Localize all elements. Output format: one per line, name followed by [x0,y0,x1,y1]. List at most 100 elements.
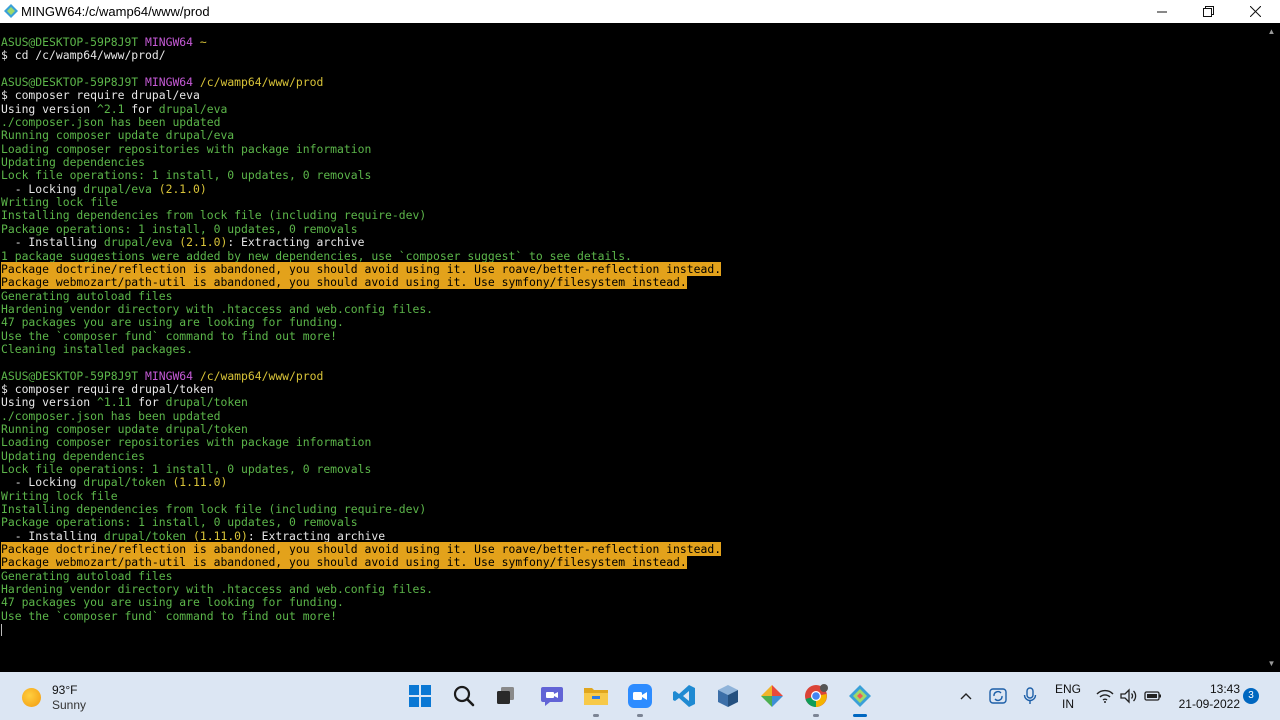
start-button[interactable] [405,681,435,711]
terminal-text: /c/wamp64/www/prod [199,368,324,383]
terminal-text: ^2.1 [97,101,125,116]
terminal-line: Generating autoload files [1,289,721,303]
terminal-text: ./composer.json has been updated [1,115,221,130]
terminal-text: : Extracting archive [227,235,365,250]
weather-widget[interactable]: 93°F Sunny [14,680,104,714]
title-bar[interactable]: MINGW64:/c/wamp64/www/prod [0,0,1280,23]
wifi-tray-button[interactable] [1093,684,1117,708]
restore-icon [1202,6,1214,17]
terminal-line: ./composer.json has been updated [1,115,721,130]
cube-icon [718,685,738,707]
terminal-text: Loading composer repositories with packa… [1,141,372,156]
terminal-line: Running composer update drupal/token [1,422,721,436]
vscode-button[interactable] [669,681,699,711]
terminal-line: $ composer require drupal/eva [1,89,721,102]
chat-button[interactable] [537,681,567,711]
terminal-text: (1.11.0) [186,528,248,543]
terminal-line: Package operations: 1 install, 0 updates… [1,222,721,236]
zoom-camera-icon [628,684,652,708]
terminal-text: MINGW64 [145,35,200,49]
terminal-line: Hardening vendor directory with .htacces… [1,302,721,316]
minimize-icon [1157,11,1167,12]
terminal-text: Updating dependencies [1,155,146,170]
terminal-text: Hardening vendor directory with .htacces… [1,582,434,597]
terminal-text: ASUS@DESKTOP-59P8J9T [1,75,146,90]
chat-icon [541,687,563,706]
minimize-button[interactable] [1139,0,1185,23]
clock[interactable]: 13:43 21-09-2022 [1170,682,1240,712]
terminal-line: - Locking drupal/eva (2.1.0) [1,181,721,196]
terminal-text: Loading composer repositories with packa… [1,435,372,450]
terminal-text: /c/wamp64/www/prod [199,75,324,90]
show-hidden-icons-button[interactable] [954,684,978,708]
language-indicator[interactable]: ENG IN [1052,682,1084,712]
volume-tray-button[interactable] [1117,684,1141,708]
terminal-line: Writing lock file [1,488,721,503]
terminal-line: Package webmozart/path-util is abandoned… [1,555,721,570]
notification-badge[interactable]: 3 [1243,688,1259,704]
file-explorer-button[interactable] [581,681,611,717]
microphone-tray-button[interactable] [1018,684,1042,708]
warning-text: Package doctrine/reflection is abandoned… [1,261,722,276]
scroll-up-arrow-icon[interactable]: ▲ [1263,23,1280,40]
terminal-line: Loading composer repositories with packa… [1,436,721,449]
terminal-line: $ cd /c/wamp64/www/prod/ [1,49,721,62]
task-view-button[interactable] [491,681,521,711]
terminal-text: Writing lock file [1,195,118,210]
terminal-line: Hardening vendor directory with .htacces… [1,582,721,597]
terminal-line: ASUS@DESKTOP-59P8J9T MINGW64 /c/wamp64/w… [1,368,721,383]
prompt-line[interactable] [1,623,721,636]
task-view-icon [497,687,514,704]
terminal-line: Updating dependencies [1,449,721,463]
chevron-up-icon [960,693,972,700]
git-bash-button[interactable] [845,681,875,717]
clock-time: 13:43 [1209,682,1240,696]
terminal-text: Generating autoload files [1,568,173,583]
scrollbar[interactable]: ▲ ▼ [1263,23,1280,672]
terminal-text: Installing dependencies from lock file (… [1,502,427,517]
terminal-line: Package doctrine/reflection is abandoned… [1,261,722,276]
terminal-line: Use the `composer fund` command to find … [1,329,721,343]
terminal-text: drupal/token [165,395,248,410]
warning-text: Package webmozart/path-util is abandoned… [1,555,687,570]
terminal-text: drupal/token [83,475,166,490]
battery-icon [1144,691,1161,701]
terminal-line: Lock file operations: 1 install, 0 updat… [1,169,721,182]
git-gui-button[interactable] [757,681,787,711]
terminal-line: - Installing drupal/eva (2.1.0): Extract… [1,235,721,250]
taskbar: 93°F Sunny ENG IN 13:43 21-09-2022 3 [0,672,1280,720]
terminal-text: drupal/eva [158,101,228,116]
zoom-button[interactable] [625,681,655,717]
git-bash-icon [849,685,871,707]
language-region: IN [1062,697,1074,711]
scroll-down-arrow-icon[interactable]: ▼ [1263,655,1280,672]
clock-date: 21-09-2022 [1178,697,1240,711]
chrome-button[interactable] [801,681,831,717]
terminal-text: $ composer require drupal/token [1,381,214,396]
terminal-text: ASUS@DESKTOP-59P8J9T [1,368,146,383]
terminal-lines: ASUS@DESKTOP-59P8J9T MINGW64 ~ $ cd /c/wa… [1,35,722,636]
battery-tray-button[interactable] [1141,684,1165,708]
search-button[interactable] [449,681,479,711]
terminal-text: for [124,101,159,116]
terminal-text: Writing lock file [1,488,118,503]
microphone-icon [1023,687,1037,704]
close-button[interactable] [1232,0,1278,23]
sync-tray-button[interactable] [986,684,1010,708]
virtualbox-button[interactable] [713,681,743,711]
terminal-output[interactable]: ASUS@DESKTOP-59P8J9T MINGW64 ~ $ cd /c/wa… [0,23,1263,672]
terminal-line: - Locking drupal/token (1.11.0) [1,476,721,489]
terminal-text: - Locking [1,181,84,196]
terminal-text: MINGW64 [145,368,200,383]
terminal-line: Package webmozart/path-util is abandoned… [1,275,721,290]
warning-text: Package doctrine/reflection is abandoned… [1,542,722,557]
restore-button[interactable] [1185,0,1231,23]
terminal-line: Updating dependencies [1,155,721,170]
terminal-text: 47 packages you are using are looking fo… [1,315,344,330]
terminal-text: for [131,395,166,410]
terminal-text: 47 packages you are using are looking fo… [1,595,344,610]
windows-logo-icon [409,685,431,707]
terminal-text: (2.1.0) [172,235,228,250]
